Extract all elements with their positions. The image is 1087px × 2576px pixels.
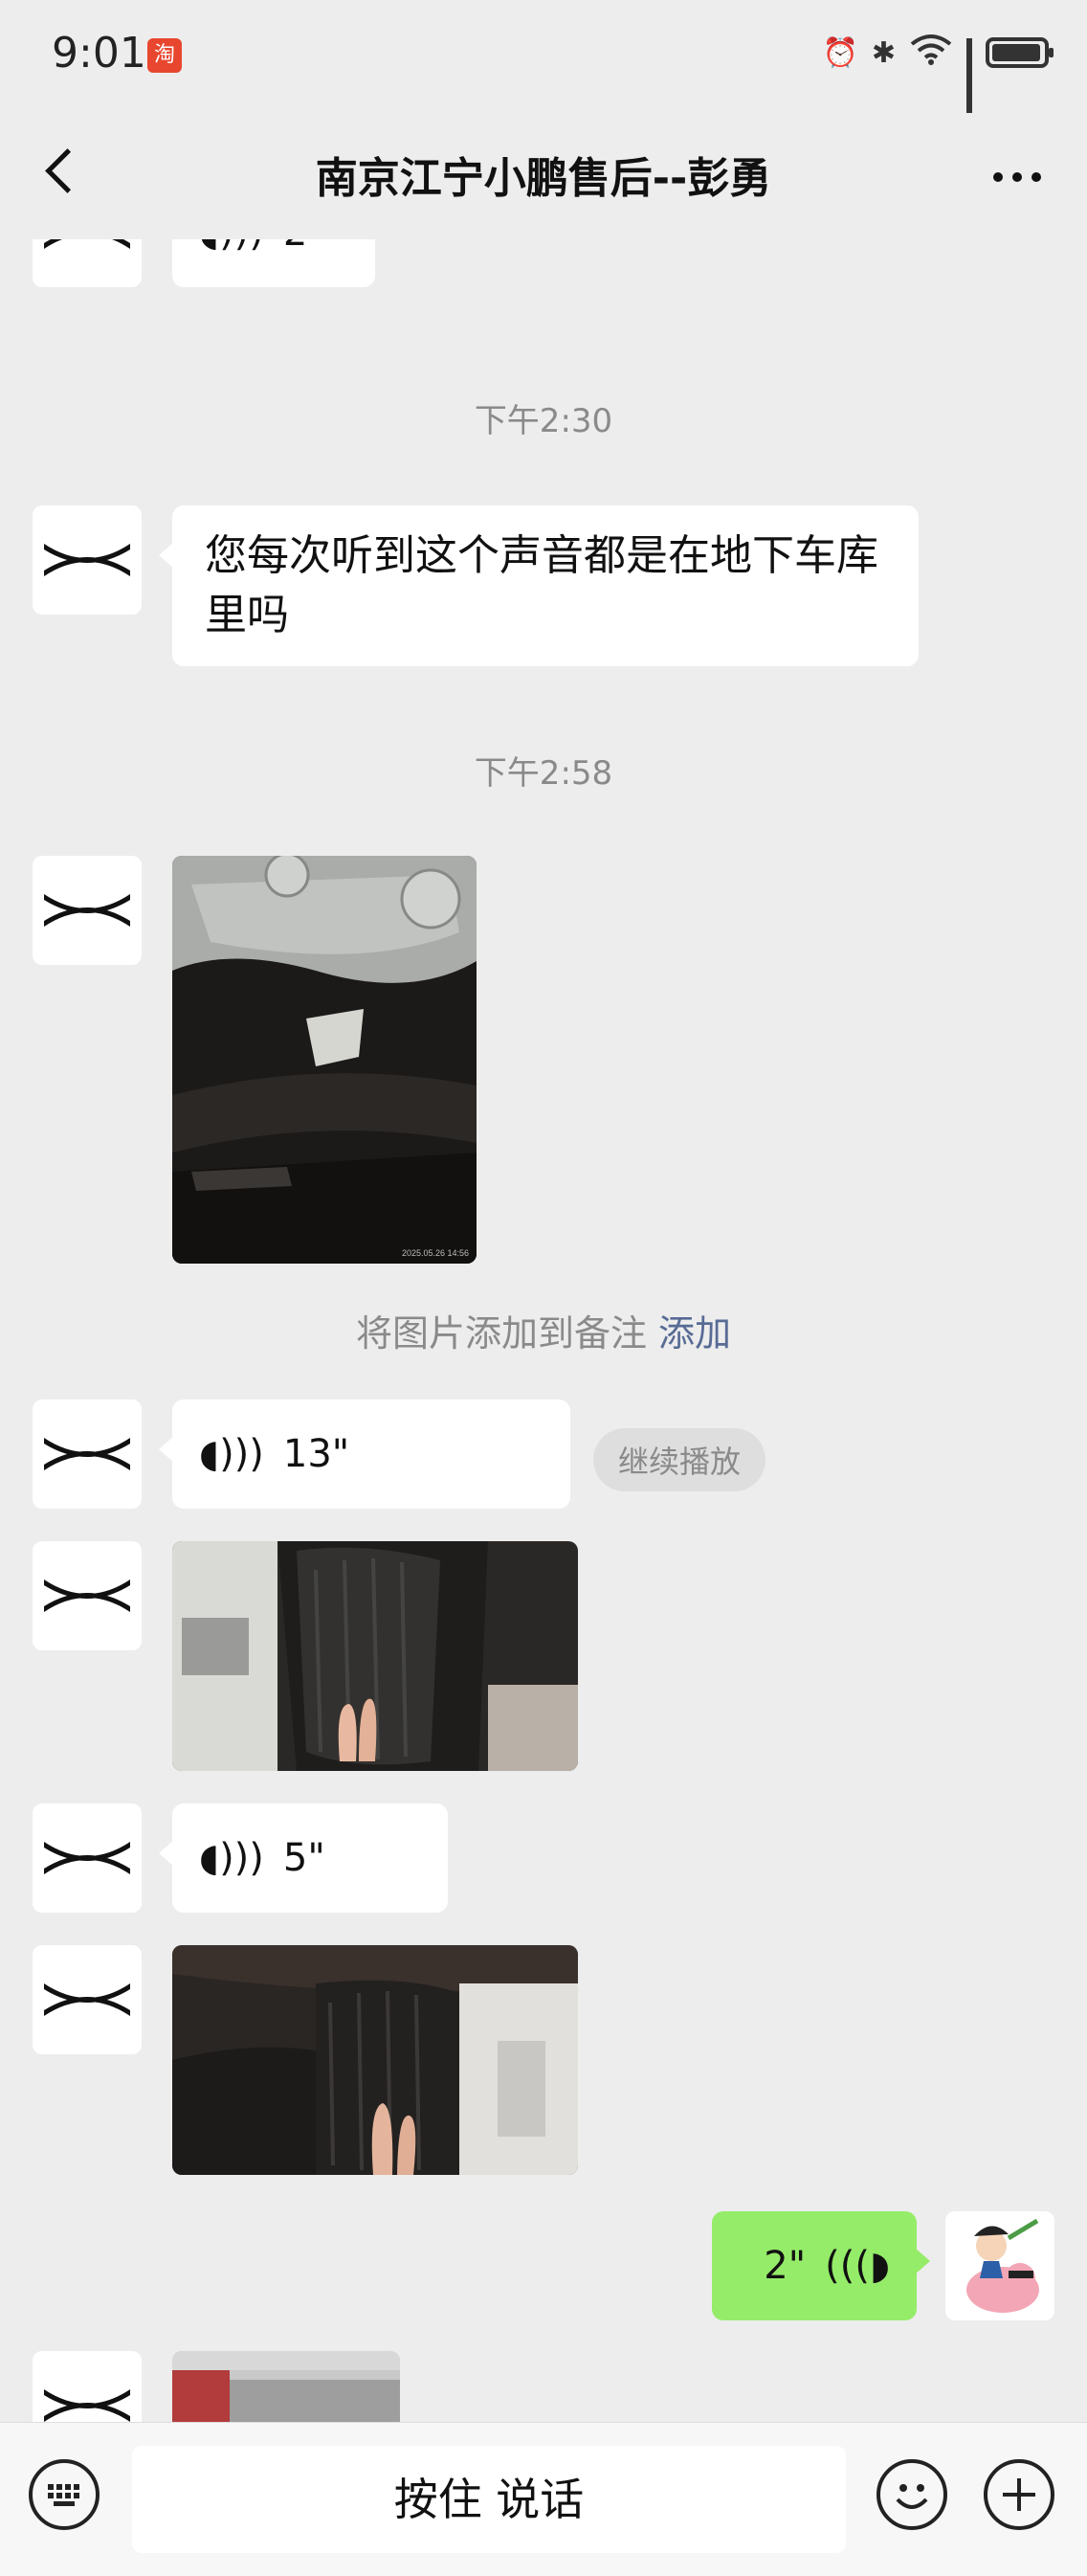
voice-message[interactable]: ◖))) 13" [159, 1400, 570, 1509]
chat-messages[interactable]: ◖))) 2" 下午2:30 您每次听到这个声音都是在地下车库里吗 下午2:58… [0, 239, 1087, 2422]
alarm-icon: ⏰ [822, 35, 858, 70]
voice-duration: 2" [283, 239, 325, 262]
input-bar: 按住 说话 [0, 2422, 1087, 2576]
contact-avatar[interactable] [33, 1945, 142, 2054]
message-text: 您每次听到这个声音都是在地下车库里吗 [205, 531, 878, 639]
voice-wave-icon: ◖))) [199, 239, 264, 262]
voice-duration: 5" [282, 1836, 325, 1880]
contact-avatar[interactable] [33, 856, 142, 965]
status-time: 9:01 [52, 29, 146, 78]
taobao-app-icon: 淘 [147, 38, 182, 73]
image-message[interactable] [172, 2351, 400, 2422]
hold-to-talk-button[interactable]: 按住 说话 [132, 2446, 846, 2553]
note-text: 将图片添加到备注 [355, 1312, 647, 1355]
contact-avatar[interactable] [33, 505, 142, 615]
self-voice-message[interactable]: 2" (((◗ [712, 2211, 930, 2320]
image-message[interactable] [172, 1945, 578, 2175]
bluetooth-icon: ✱ [871, 35, 896, 70]
system-note: 将图片添加到备注 添加 [0, 1304, 1087, 1356]
text-message[interactable]: 您每次听到这个声音都是在地下车库里吗 [159, 505, 919, 666]
voice-wave-icon: (((◗ [825, 2244, 890, 2288]
voice-message[interactable]: ◖))) 2" [159, 239, 375, 287]
image-message[interactable] [172, 1541, 578, 1771]
status-bar: 9:01 淘 ⏰ ✱ [0, 0, 1087, 113]
chat-header: 南京江宁小鹏售后--彭勇 [0, 105, 1087, 239]
contact-avatar[interactable] [33, 1803, 142, 1913]
battery-icon [986, 37, 1054, 68]
wifi-icon [909, 33, 953, 73]
message-timestamp: 下午2:58 [474, 754, 613, 793]
continue-play-button[interactable]: 继续播放 [593, 1428, 766, 1491]
chat-title: 南京江宁小鹏售后--彭勇 [315, 154, 772, 203]
photo-timestamp: 2025.05.26 14:56 [402, 1248, 469, 1258]
contact-avatar[interactable] [33, 239, 142, 287]
message-timestamp: 下午2:30 [474, 402, 613, 440]
signal-icon [966, 38, 972, 113]
voice-duration: 13" [282, 1432, 350, 1476]
image-message[interactable]: 2025.05.26 14:56 [172, 856, 477, 1264]
voice-wave-icon: ◖))) [199, 1836, 264, 1880]
voice-duration: 2" [764, 2244, 807, 2288]
emoji-icon[interactable] [876, 2459, 947, 2530]
plus-icon[interactable] [984, 2459, 1054, 2530]
status-icons: ⏰ ✱ [822, 33, 1054, 113]
voice-wave-icon: ◖))) [199, 1432, 264, 1476]
contact-avatar[interactable] [33, 1541, 142, 1650]
more-icon[interactable] [993, 172, 1041, 182]
keyboard-icon[interactable] [29, 2459, 100, 2530]
contact-avatar[interactable] [33, 2351, 142, 2422]
add-note-link[interactable]: 添加 [658, 1312, 731, 1355]
voice-message[interactable]: ◖))) 5" [159, 1803, 448, 1913]
self-avatar[interactable] [945, 2211, 1054, 2320]
contact-avatar[interactable] [33, 1400, 142, 1509]
